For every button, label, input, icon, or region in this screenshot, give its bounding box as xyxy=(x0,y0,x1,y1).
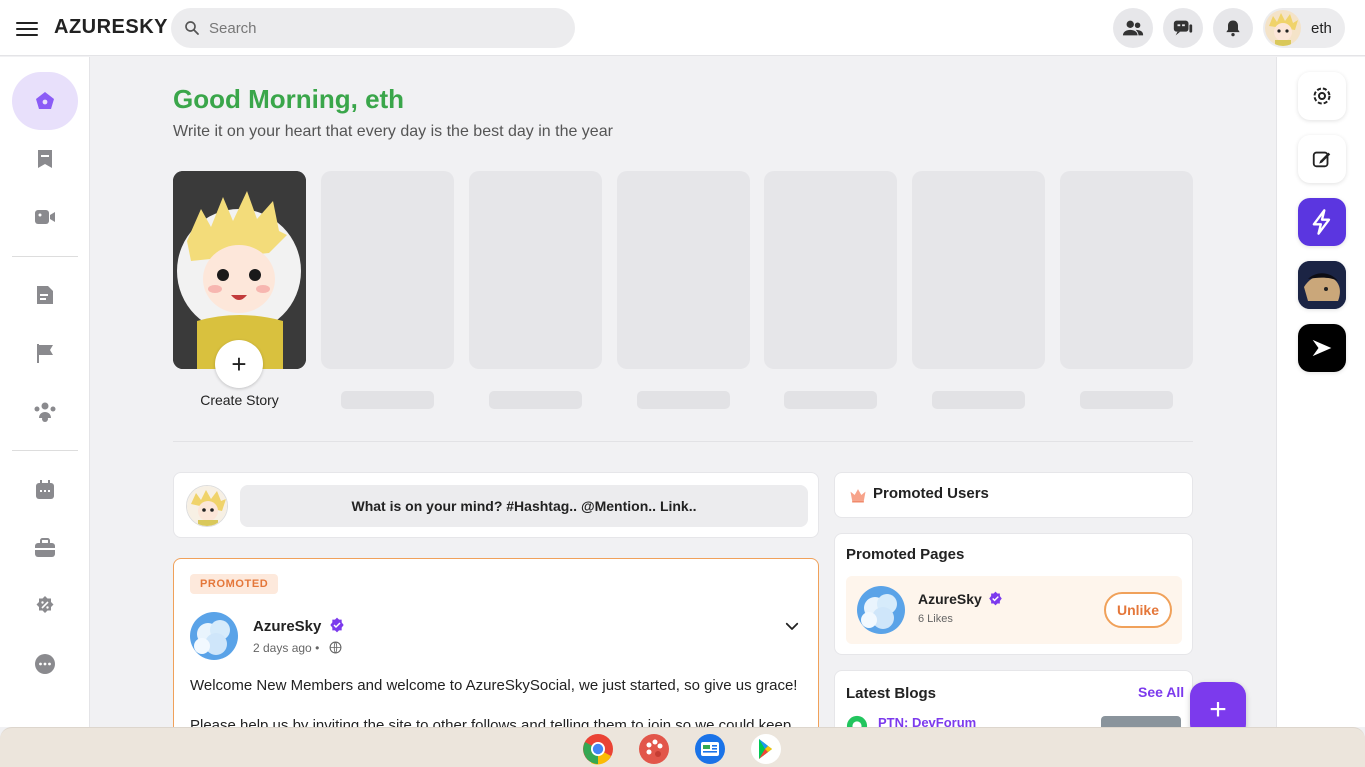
latest-blogs-title: Latest Blogs xyxy=(846,685,937,702)
os-taskbar xyxy=(0,727,1365,767)
story-placeholder xyxy=(764,171,897,369)
page-name: AzureSky xyxy=(918,591,1003,607)
sidebar-divider xyxy=(12,450,78,451)
people-icon[interactable] xyxy=(1113,8,1153,48)
brand-logo[interactable]: AZURESKY xyxy=(54,16,168,39)
discount-icon xyxy=(36,596,54,613)
search-icon xyxy=(185,21,199,35)
nav-home[interactable] xyxy=(12,72,78,130)
nav-groups[interactable] xyxy=(12,382,78,440)
nav-pages[interactable] xyxy=(12,324,78,382)
greeting-heading: Good Morning, eth xyxy=(173,84,405,114)
palette-icon[interactable] xyxy=(638,733,670,765)
more-icon xyxy=(35,654,55,674)
compose-button[interactable] xyxy=(1298,135,1346,183)
nav-more[interactable] xyxy=(12,635,78,693)
post-text: Welcome New Members and welcome to Azure… xyxy=(190,677,798,694)
promoted-badge: PROMOTED xyxy=(190,574,279,594)
composer-input[interactable]: What is on your mind? #Hashtag.. @Mentio… xyxy=(240,485,808,527)
left-sidebar xyxy=(0,57,90,727)
play-app-button[interactable] xyxy=(1298,324,1346,372)
nav-blogs[interactable] xyxy=(12,266,78,324)
play-app-icon xyxy=(1312,339,1332,357)
bookmark-icon xyxy=(38,150,52,168)
menu-icon[interactable] xyxy=(16,18,38,38)
top-bar: AZURESKY eth xyxy=(0,0,1365,56)
story-label-placeholder xyxy=(1080,391,1173,409)
post-composer: What is on your mind? #Hashtag.. @Mentio… xyxy=(173,472,819,538)
promoted-pages-card: Promoted Pages AzureSky 6 Likes Unlike xyxy=(834,533,1193,655)
unlike-button[interactable]: Unlike xyxy=(1104,592,1172,628)
news-icon[interactable] xyxy=(694,733,726,765)
post-time-separator: • xyxy=(315,641,320,655)
sidebar-divider xyxy=(12,256,78,257)
chevron-down-icon[interactable] xyxy=(783,617,801,635)
post-time: 2 days ago • xyxy=(253,641,319,655)
gear-icon xyxy=(1313,87,1331,105)
page-likes: 6 Likes xyxy=(918,613,953,625)
home-icon xyxy=(36,92,54,109)
verified-icon xyxy=(329,617,344,633)
bell-icon[interactable] xyxy=(1213,8,1253,48)
edit-icon xyxy=(1312,151,1331,168)
post-author-label: AzureSky xyxy=(253,618,322,635)
crown-icon xyxy=(850,489,866,503)
nav-offers[interactable] xyxy=(12,577,78,635)
anime-app-button[interactable] xyxy=(1298,261,1346,309)
post-author-name[interactable]: AzureSky xyxy=(253,617,345,635)
right-rail xyxy=(1276,57,1365,727)
composer-avatar xyxy=(186,485,228,527)
nav-videos[interactable] xyxy=(12,188,78,246)
promoted-users-title: Promoted Users xyxy=(873,485,989,502)
video-icon xyxy=(35,210,55,224)
promoted-page-row[interactable]: AzureSky 6 Likes Unlike xyxy=(846,576,1182,644)
story-placeholder xyxy=(469,171,602,369)
user-name: eth xyxy=(1311,19,1332,37)
section-divider xyxy=(173,441,1193,442)
post-time-label: 2 days ago xyxy=(253,641,312,655)
bolt-icon xyxy=(1312,209,1331,235)
globe-icon xyxy=(329,641,342,654)
nav-saved[interactable] xyxy=(12,130,78,188)
promoted-users-card: Promoted Users xyxy=(834,472,1193,518)
document-icon xyxy=(37,286,53,304)
settings-button[interactable] xyxy=(1298,72,1346,120)
promoted-post: PROMOTED AzureSky 2 days ago • Welcome N… xyxy=(173,558,819,738)
calendar-icon xyxy=(36,480,54,499)
story-placeholder xyxy=(321,171,454,369)
chat-icon[interactable] xyxy=(1163,8,1203,48)
story-label-placeholder xyxy=(489,391,582,409)
user-avatar xyxy=(1265,10,1301,46)
create-story-label: Create Story xyxy=(200,392,279,408)
story-placeholder xyxy=(912,171,1045,369)
search-input[interactable] xyxy=(209,19,549,37)
daily-quote: Write it on your heart that every day is… xyxy=(173,123,613,140)
see-all-link[interactable]: See All xyxy=(1138,684,1184,700)
promoted-pages-title: Promoted Pages xyxy=(846,546,965,563)
post-author-avatar[interactable] xyxy=(190,612,238,660)
flag-icon xyxy=(37,344,53,363)
verified-icon xyxy=(988,591,1002,606)
briefcase-icon xyxy=(35,538,55,557)
user-menu[interactable]: eth xyxy=(1263,8,1345,48)
groups-icon xyxy=(34,402,56,422)
search-bar[interactable] xyxy=(171,8,575,48)
nav-jobs[interactable] xyxy=(12,519,78,577)
story-label-placeholder xyxy=(341,391,434,409)
story-placeholder xyxy=(1060,171,1193,369)
play-store-icon[interactable] xyxy=(750,733,782,765)
story-label-placeholder xyxy=(784,391,877,409)
anime-app-icon xyxy=(1298,261,1346,309)
story-label-placeholder xyxy=(637,391,730,409)
bolt-app-button[interactable] xyxy=(1298,198,1346,246)
story-label-placeholder xyxy=(932,391,1025,409)
nav-events[interactable] xyxy=(12,461,78,519)
page-avatar xyxy=(857,586,905,634)
add-story-button[interactable]: + xyxy=(215,340,263,388)
page-name-label: AzureSky xyxy=(918,591,982,607)
story-placeholder xyxy=(617,171,750,369)
chrome-icon[interactable] xyxy=(582,733,614,765)
